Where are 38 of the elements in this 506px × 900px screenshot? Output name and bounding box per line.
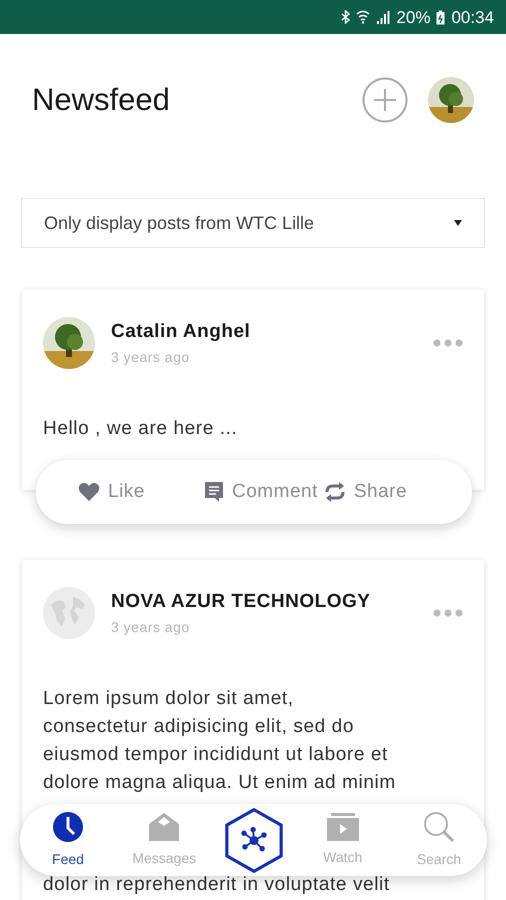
network-hexagon-icon[interactable] (224, 806, 284, 874)
battery-icon (436, 10, 446, 24)
add-icon[interactable] (362, 77, 408, 123)
post-text-line: eiusmod tempor incididunt ut labore et (43, 743, 389, 767)
nav-tab[interactable]: Feed (26, 810, 110, 870)
search-icon (423, 810, 455, 842)
dropdown-caret-icon (454, 220, 462, 226)
bluetooth-icon (341, 10, 350, 24)
wifi-icon (356, 10, 370, 24)
share-button[interactable]: Share (324, 478, 408, 506)
battery-percent: 20% (396, 8, 430, 26)
clock-icon (52, 810, 84, 842)
filter-dropdown[interactable]: Only display posts from WTC Lille (21, 198, 485, 248)
more-icon[interactable] (433, 609, 463, 617)
post-time: 3 years ago (111, 348, 191, 367)
globe-icon (43, 587, 95, 639)
signal-icon (376, 10, 390, 24)
author-name: Catalin Anghel (111, 320, 252, 344)
post-text-line: dolore magna aliqua. Ut enim ad minim (43, 771, 397, 795)
envelope-icon (148, 812, 180, 842)
nav-tab[interactable]: Messages (122, 812, 206, 868)
post-time: 3 years ago (111, 618, 191, 637)
clock: 00:34 (451, 8, 494, 26)
repeat-icon (324, 482, 346, 502)
like-button[interactable]: Like (78, 478, 198, 506)
author-name: NOVA AZUR TECHNOLOGY (111, 590, 372, 614)
more-icon[interactable] (433, 339, 463, 347)
comment-icon (204, 481, 224, 503)
video-icon (326, 812, 359, 840)
heart-icon (78, 482, 100, 502)
comment-button[interactable]: Comment (204, 478, 318, 506)
page-title: Newsfeed (32, 80, 171, 119)
post-text-line: consectetur adipisicing elit, sed do (43, 715, 355, 739)
post-text-line: dolor in reprehenderit in voluptate velit (43, 874, 391, 896)
nav-tab[interactable]: Search (397, 810, 481, 870)
post-text-line: Lorem ipsum dolor sit amet, (43, 687, 295, 711)
post-text-line: Hello , we are here ... (43, 417, 238, 441)
nav-tab[interactable]: Watch (300, 812, 385, 868)
